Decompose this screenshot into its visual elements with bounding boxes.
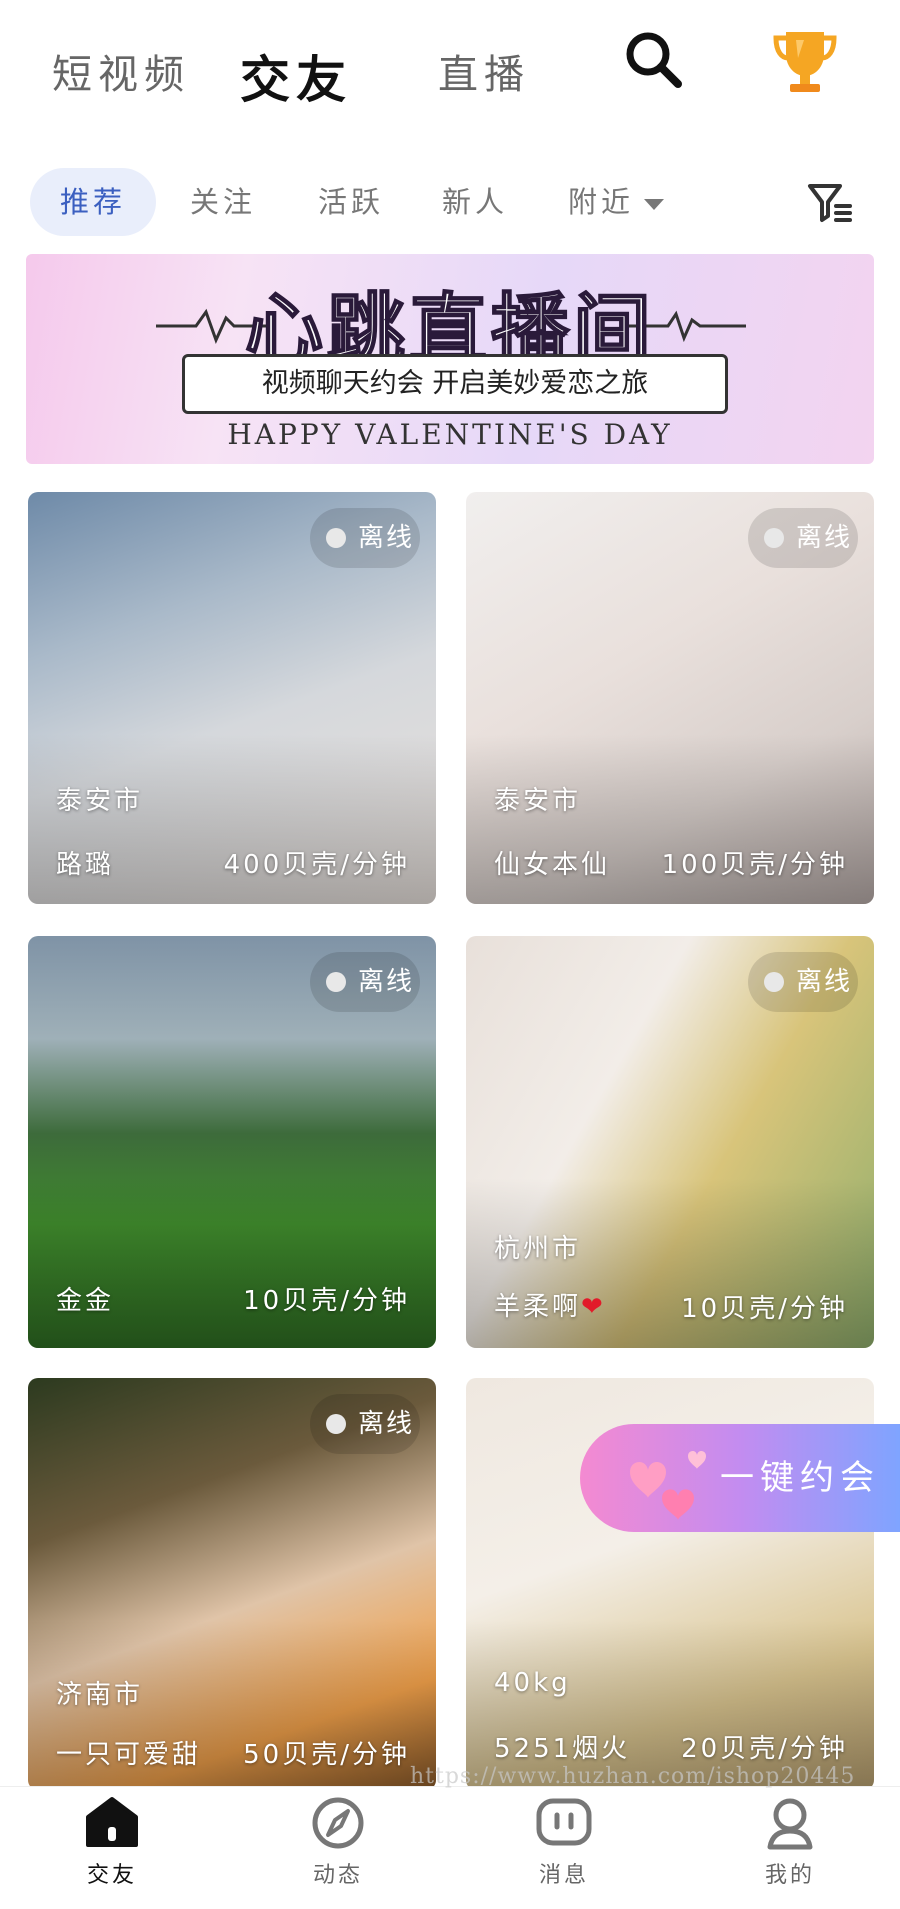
card-name: 路璐 bbox=[56, 850, 115, 880]
nav-label: 消息 bbox=[538, 1863, 589, 1888]
profile-card[interactable]: 离线 泰安市 仙女本仙 100贝壳/分钟 bbox=[466, 492, 874, 904]
card-price: 400贝壳/分钟 bbox=[223, 850, 410, 880]
banner-subtitle: 视频聊天约会 开启美妙爱恋之旅 bbox=[182, 354, 728, 414]
trophy-icon[interactable] bbox=[768, 24, 842, 98]
card-location: 济南市 bbox=[56, 1680, 144, 1710]
home-icon bbox=[86, 1797, 138, 1847]
nav-label: 动态 bbox=[312, 1863, 363, 1888]
card-name: 一只可爱甜 bbox=[56, 1740, 202, 1770]
profile-card[interactable]: 离线 杭州市 羊柔啊❤ 10贝壳/分钟 bbox=[466, 936, 874, 1348]
watermark: https://www.huzhan.com/ishop20445 bbox=[410, 1764, 856, 1789]
filter-nearby[interactable]: 附近 bbox=[568, 168, 665, 236]
tab-live[interactable]: 直播 bbox=[438, 42, 530, 100]
status-badge: 离线 bbox=[748, 508, 858, 568]
card-location: 40kg bbox=[494, 1668, 571, 1698]
card-name: 仙女本仙 bbox=[494, 850, 611, 880]
nav-dating[interactable]: 交友 bbox=[42, 1795, 182, 1905]
chevron-down-icon bbox=[644, 198, 665, 210]
card-price: 100贝壳/分钟 bbox=[661, 850, 848, 880]
card-name: 羊柔啊❤ bbox=[494, 1286, 606, 1323]
nav-messages[interactable]: 消息 bbox=[494, 1795, 634, 1905]
heart-icon: ❤ bbox=[581, 1292, 606, 1322]
card-location: 杭州市 bbox=[494, 1234, 582, 1264]
quick-date-button[interactable]: 一键约会 bbox=[580, 1424, 900, 1532]
card-price: 20贝壳/分钟 bbox=[681, 1734, 848, 1764]
profile-card[interactable]: 离线 济南市 一只可爱甜 50贝壳/分钟 bbox=[28, 1378, 436, 1790]
nav-label: 交友 bbox=[86, 1863, 137, 1888]
filter-bar: 推荐 关注 活跃 新人 附近 bbox=[0, 168, 900, 238]
status-dot-icon bbox=[764, 528, 784, 548]
status-text: 离线 bbox=[358, 967, 415, 997]
filter-active[interactable]: 活跃 bbox=[318, 168, 384, 236]
user-icon bbox=[767, 1798, 813, 1850]
status-badge: 离线 bbox=[310, 952, 420, 1012]
bottom-nav: 交友 动态 消息 我的 bbox=[0, 1786, 900, 1909]
filter-nearby-label: 附近 bbox=[568, 185, 635, 219]
status-badge: 离线 bbox=[310, 1394, 420, 1454]
profile-card[interactable]: 离线 金金 10贝壳/分钟 bbox=[28, 936, 436, 1348]
status-dot-icon bbox=[326, 1414, 346, 1434]
card-price: 50贝壳/分钟 bbox=[243, 1740, 410, 1770]
tab-dating[interactable]: 交友 bbox=[240, 40, 352, 112]
search-icon[interactable] bbox=[620, 26, 690, 96]
nav-moments[interactable]: 动态 bbox=[268, 1795, 408, 1905]
card-price: 10贝壳/分钟 bbox=[681, 1294, 848, 1324]
nav-profile[interactable]: 我的 bbox=[720, 1795, 860, 1905]
card-name: 金金 bbox=[56, 1286, 115, 1316]
card-name: 5251烟火 bbox=[494, 1734, 631, 1764]
card-location: 泰安市 bbox=[56, 786, 144, 816]
tab-short-video[interactable]: 短视频 bbox=[52, 42, 190, 100]
nav-label: 我的 bbox=[764, 1863, 815, 1888]
status-badge: 离线 bbox=[748, 952, 858, 1012]
filter-recommend[interactable]: 推荐 bbox=[30, 168, 156, 236]
status-dot-icon bbox=[764, 972, 784, 992]
status-text: 离线 bbox=[796, 523, 853, 553]
status-text: 离线 bbox=[796, 967, 853, 997]
card-name-text: 羊柔啊 bbox=[494, 1292, 582, 1322]
profile-card[interactable]: 离线 泰安市 路璐 400贝壳/分钟 bbox=[28, 492, 436, 904]
top-tab-bar: 短视频 交友 直播 bbox=[0, 0, 900, 150]
filter-follow[interactable]: 关注 bbox=[190, 168, 256, 236]
compass-icon bbox=[312, 1797, 364, 1849]
status-text: 离线 bbox=[358, 1409, 415, 1439]
filter-new[interactable]: 新人 bbox=[442, 168, 508, 236]
status-dot-icon bbox=[326, 528, 346, 548]
quick-date-label: 一键约会 bbox=[720, 1458, 880, 1498]
card-location: 泰安市 bbox=[494, 786, 582, 816]
hearts-icon bbox=[630, 1450, 706, 1520]
status-badge: 离线 bbox=[310, 508, 420, 568]
card-price: 10贝壳/分钟 bbox=[243, 1286, 410, 1316]
banner-english: HAPPY VALENTINE'S DAY bbox=[227, 418, 673, 451]
promo-banner[interactable]: 心跳直播间 视频聊天约会 开启美妙爱恋之旅 HAPPY VALENTINE'S … bbox=[26, 254, 874, 464]
status-dot-icon bbox=[326, 972, 346, 992]
message-icon bbox=[536, 1798, 592, 1846]
status-text: 离线 bbox=[358, 523, 415, 553]
filter-icon[interactable] bbox=[806, 180, 854, 226]
